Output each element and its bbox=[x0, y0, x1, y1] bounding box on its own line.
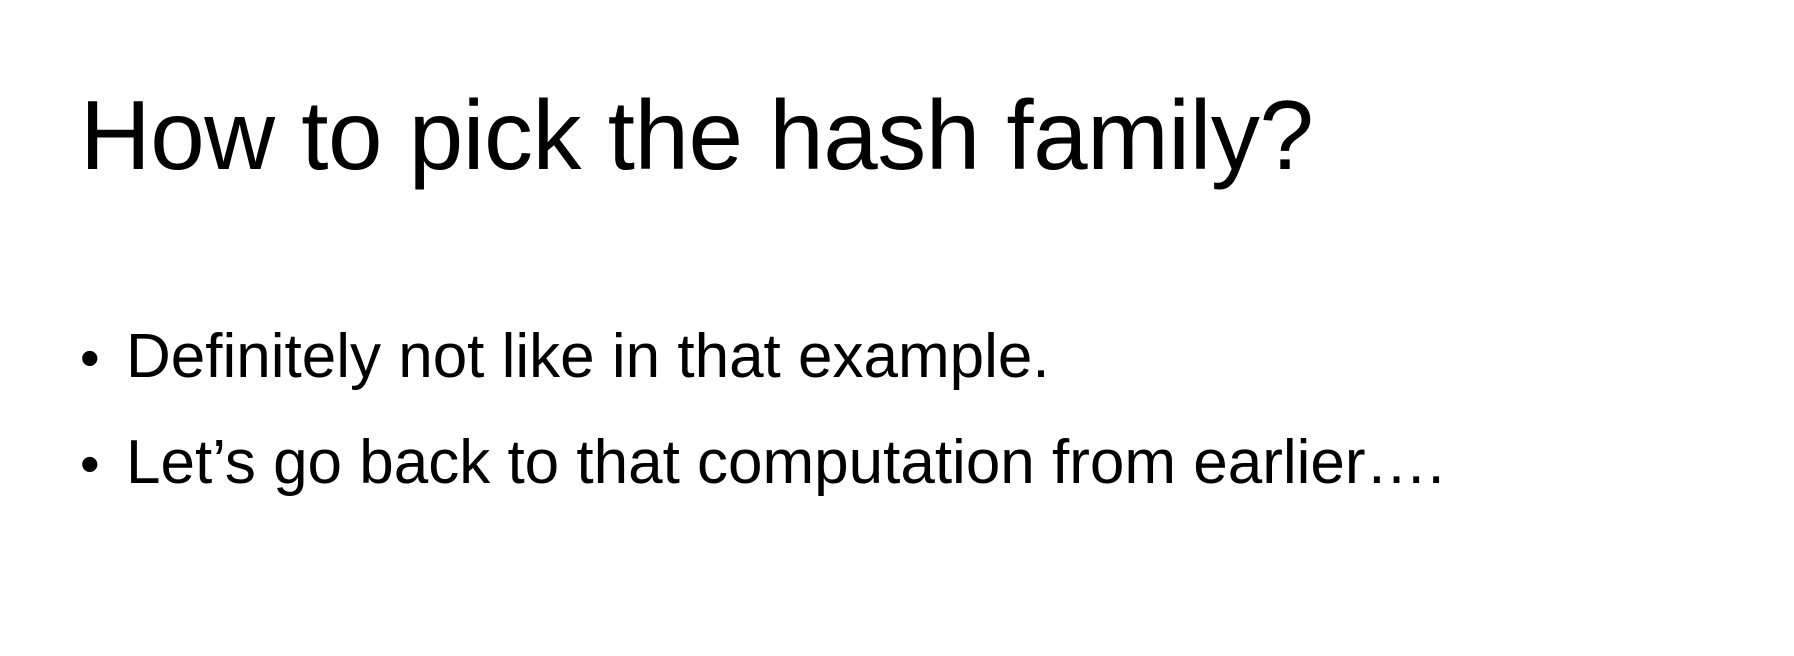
bullet-list: • Definitely not like in that example. •… bbox=[80, 326, 1445, 538]
bullet-text: Definitely not like in that example. bbox=[126, 322, 1050, 391]
bullet-text: Let’s go back to that computation from e… bbox=[126, 428, 1445, 497]
bullet-icon: • bbox=[80, 432, 100, 495]
list-item: • Definitely not like in that example. bbox=[80, 326, 1445, 432]
slide-title: How to pick the hash family? bbox=[80, 80, 1314, 190]
slide-canvas: How to pick the hash family? • Definitel… bbox=[0, 0, 1794, 656]
list-item: • Let’s go back to that computation from… bbox=[80, 432, 1445, 538]
bullet-icon: • bbox=[80, 326, 100, 389]
